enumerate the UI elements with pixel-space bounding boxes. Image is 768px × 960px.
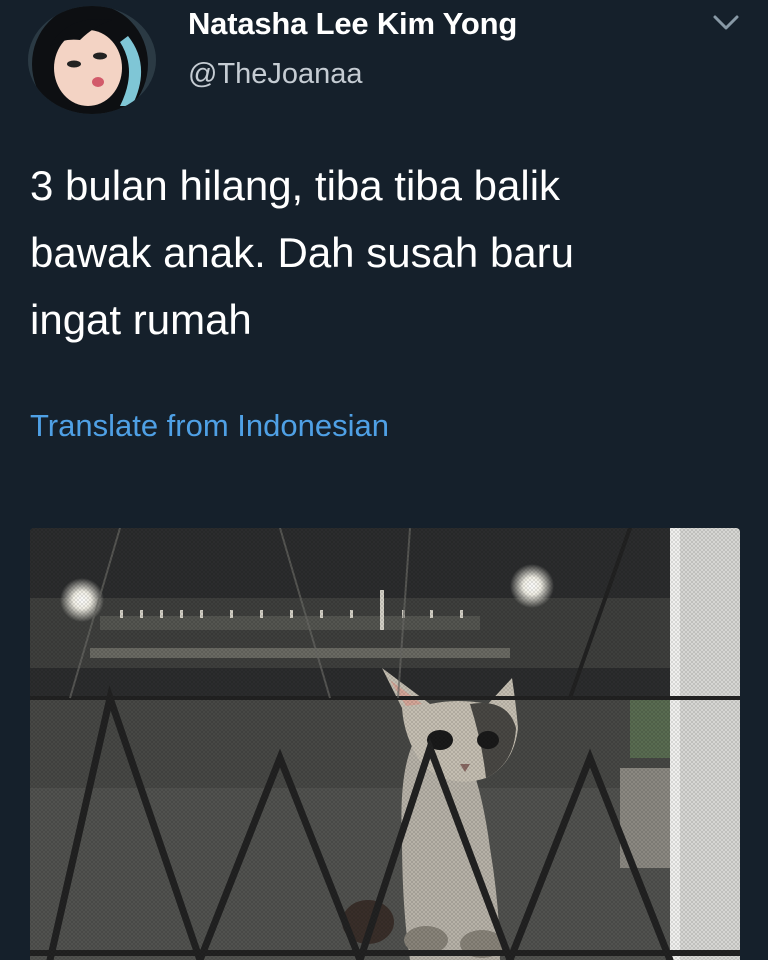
cat-behind-screen-photo	[30, 528, 740, 960]
translate-link[interactable]: Translate from Indonesian	[30, 408, 389, 444]
avatar-image	[28, 6, 156, 114]
chevron-down-icon[interactable]	[708, 8, 744, 38]
tweet-text: 3 bulan hilang, tiba tiba balik bawak an…	[30, 162, 575, 343]
user-handle[interactable]: @TheJoanaa	[188, 58, 363, 91]
avatar[interactable]	[28, 6, 156, 114]
display-name[interactable]: Natasha Lee Kim Yong	[188, 6, 517, 42]
tweet-photo[interactable]	[30, 528, 740, 960]
tweet-card: Natasha Lee Kim Yong @TheJoanaa 3 bulan …	[0, 0, 768, 960]
